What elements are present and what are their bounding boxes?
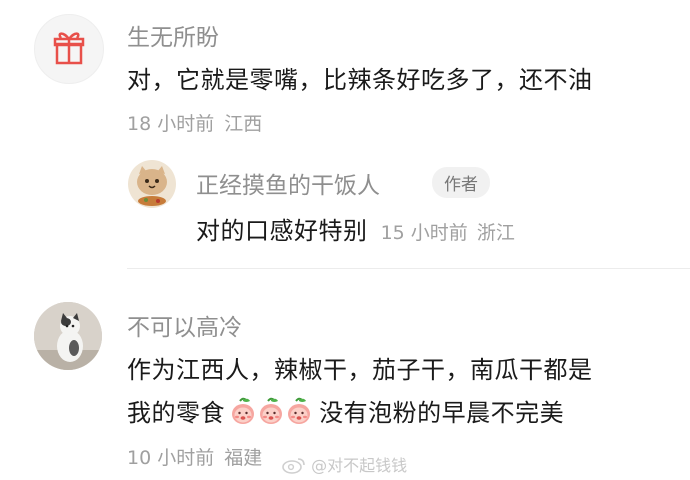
weibo-icon <box>282 456 306 478</box>
divider <box>127 268 690 269</box>
comment-text-prefix: 我的零食 <box>127 399 225 427</box>
comment-username-2[interactable]: 不可以高冷 <box>127 308 242 342</box>
cat-photo-avatar <box>34 302 102 370</box>
reply-text: 对的口感好特别 <box>196 217 368 245</box>
comment-location-2: 福建 <box>224 447 263 469</box>
reply-avatar[interactable] <box>128 160 176 208</box>
author-badge: 作者 <box>432 167 490 198</box>
comment-text-line2: 我的零食 没有泡粉的早晨不完美 <box>127 393 564 428</box>
comment-meta-2: 10 小时前 福建 <box>127 443 262 470</box>
watermark-text: @对不起钱钱 <box>311 456 408 475</box>
comment-text-line1: 作为江西人，辣椒干，茄子干，南瓜干都是 <box>127 356 593 384</box>
comment-username[interactable]: 生无所盼 <box>127 18 219 52</box>
reply-line: 对的口感好特别 15 小时前 浙江 <box>196 211 515 246</box>
comment-text: 对，它就是零嘴，比辣条好吃多了，还不油 <box>127 66 593 94</box>
cartoon-cat-avatar <box>137 166 167 206</box>
gift-icon <box>53 32 85 65</box>
comment-meta: 18 小时前 江西 <box>127 109 262 136</box>
comment-text-suffix: 没有泡粉的早晨不完美 <box>319 399 565 427</box>
comment-location: 江西 <box>224 113 263 135</box>
emoji-group <box>230 397 314 424</box>
watermark: @对不起钱钱 <box>282 452 407 478</box>
comment-time-2: 10 小时前 <box>127 447 215 469</box>
reply-username[interactable]: 正经摸鱼的干饭人 <box>196 166 380 200</box>
peach-face-emoji <box>288 397 311 424</box>
peach-face-emoji <box>232 397 255 424</box>
comment-time: 18 小时前 <box>127 113 215 135</box>
avatar-2[interactable] <box>34 302 102 370</box>
reply-time: 15 小时前 <box>380 222 468 244</box>
reply-location: 浙江 <box>476 222 515 244</box>
avatar[interactable] <box>34 14 104 84</box>
peach-face-emoji <box>260 397 283 424</box>
